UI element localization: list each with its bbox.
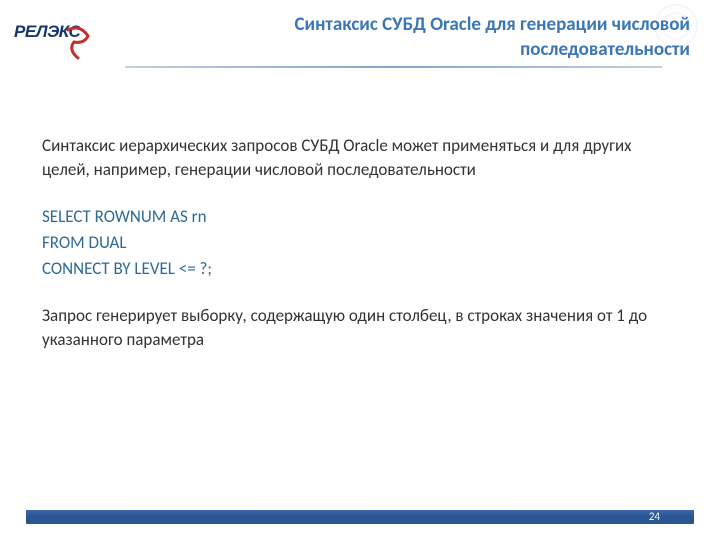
slide-body: Синтаксис иерархических запросов СУБД Or…	[0, 74, 720, 352]
title-line-1: Синтаксис СУБД Oracle для генерации числ…	[294, 13, 690, 36]
slide-header: РЕЛЭКС Синтаксис СУБД Oracle для генерац…	[0, 0, 720, 74]
header-rule	[30, 66, 690, 74]
paragraph-intro: Синтаксис иерархических запросов СУБД Or…	[42, 134, 678, 182]
logo: РЕЛЭКС	[14, 24, 88, 68]
sql-code-block: SELECT ROWNUM AS rn FROM DUAL CONNECT BY…	[42, 204, 678, 282]
footer-bar: 24	[26, 510, 694, 524]
header-rule-line	[125, 66, 662, 68]
paragraph-outro: Запрос генерирует выборку, содержащую од…	[42, 304, 678, 352]
slide: РЕЛЭКС Синтаксис СУБД Oracle для генерац…	[0, 0, 720, 540]
code-line: FROM DUAL	[42, 230, 678, 256]
title-line-2: последовательности	[520, 38, 690, 61]
slide-title: Синтаксис СУБД Oracle для генерации числ…	[30, 10, 690, 62]
page-number: 24	[649, 510, 660, 523]
code-line: CONNECT BY LEVEL <= ?;	[42, 256, 678, 282]
code-line: SELECT ROWNUM AS rn	[42, 204, 678, 230]
logo-swoosh-icon	[66, 22, 90, 66]
slide-footer: 24	[0, 510, 720, 530]
